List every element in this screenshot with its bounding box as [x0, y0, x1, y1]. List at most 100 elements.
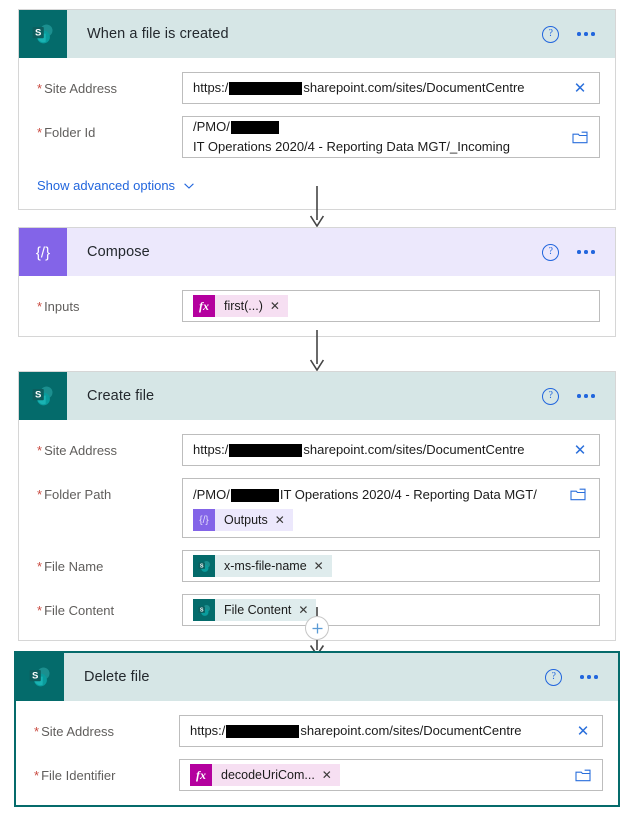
token-body: decodeUriCom... ✕	[212, 764, 340, 786]
sharepoint-output-token[interactable]: S x-ms-file-name ✕	[193, 555, 332, 577]
token-body: first(...) ✕	[215, 295, 288, 317]
token-label: Outputs	[224, 513, 268, 527]
field-label-text: Folder Path	[44, 487, 112, 502]
flow-step-when-a-file-is-created[interactable]: S When a file is created ? * Site Address…	[18, 9, 616, 210]
redaction-block	[230, 120, 279, 134]
field-label-text: Site Address	[44, 81, 118, 96]
token-remove-icon[interactable]: ✕	[275, 513, 285, 527]
sharepoint-icon: S	[19, 10, 67, 58]
token-remove-icon[interactable]: ✕	[270, 299, 280, 313]
token-body: Outputs ✕	[215, 509, 293, 531]
field-site-address: * Site Address https:/ sharepoint.com/sit…	[37, 72, 600, 104]
field-label: * File Identifier	[34, 759, 179, 783]
field-label-text: File Identifier	[41, 768, 116, 783]
expression-token[interactable]: fx decodeUriCom... ✕	[190, 764, 340, 786]
redaction-block	[229, 443, 303, 457]
step-header[interactable]: {/} Compose ?	[19, 228, 615, 276]
help-icon[interactable]: ?	[542, 387, 560, 405]
more-options-icon[interactable]	[578, 669, 600, 685]
more-options-icon[interactable]	[575, 388, 597, 404]
folder-path-input[interactable]: /PMO/ IT Operations 2020/4 - Reporting D…	[182, 478, 600, 538]
field-value: https:/ sharepoint.com/sites/DocumentCen…	[193, 440, 525, 460]
folder-id-input[interactable]: /PMO/ IT Operations 2020/4 - Reporting D…	[182, 116, 600, 158]
more-options-icon[interactable]	[575, 244, 597, 260]
clear-x-icon[interactable]: ✕	[569, 81, 591, 96]
field-site-address: * Site Address https:/ sharepoint.com/sit…	[34, 715, 603, 747]
value-prefix: https:/	[190, 723, 226, 738]
value-prefix: /PMO/	[193, 119, 230, 134]
token-remove-icon[interactable]: ✕	[322, 768, 332, 782]
field-label: * Site Address	[37, 72, 182, 96]
flow-connector-with-add	[0, 607, 634, 657]
fx-icon: fx	[190, 764, 212, 786]
file-identifier-input[interactable]: fx decodeUriCom... ✕	[179, 759, 603, 791]
field-label: * Folder Path	[37, 478, 182, 502]
compose-icon: {/}	[193, 509, 215, 531]
field-file-identifier: * File Identifier fx decodeUriCom... ✕	[34, 759, 603, 791]
token-remove-icon[interactable]: ✕	[314, 559, 324, 573]
required-marker: *	[34, 768, 40, 783]
svg-text:S: S	[35, 28, 41, 39]
site-address-input[interactable]: https:/ sharepoint.com/sites/DocumentCen…	[182, 434, 600, 466]
token-label: decodeUriCom...	[221, 768, 315, 782]
help-icon[interactable]: ?	[542, 243, 560, 261]
file-name-input[interactable]: S x-ms-file-name ✕	[182, 550, 600, 582]
clear-x-icon[interactable]: ✕	[569, 443, 591, 458]
flow-step-create-file[interactable]: S Create file ? * Site Address https:/ sh…	[18, 371, 616, 641]
step-header-actions: ?	[545, 668, 618, 686]
value-prefix: https:/	[193, 80, 229, 95]
field-label: * Inputs	[37, 290, 182, 314]
value-prefix: /PMO/	[193, 487, 230, 502]
sharepoint-icon: S	[193, 555, 215, 577]
field-label-text: File Name	[44, 559, 104, 574]
compose-icon: {/}	[19, 228, 67, 276]
compose-output-token[interactable]: {/} Outputs ✕	[193, 509, 293, 531]
help-icon[interactable]: ?	[542, 25, 560, 43]
step-header[interactable]: S When a file is created ?	[19, 10, 615, 58]
field-label-text: Site Address	[44, 443, 118, 458]
field-value: /PMO/ IT Operations 2020/4 - Reporting D…	[193, 485, 591, 505]
token-label: first(...)	[224, 299, 263, 313]
field-site-address: * Site Address https:/ sharepoint.com/sit…	[37, 434, 600, 466]
svg-text:{/}: {/}	[36, 245, 50, 262]
folder-picker-icon[interactable]	[569, 131, 591, 144]
inputs-field[interactable]: fx first(...) ✕	[182, 290, 600, 322]
add-step-button[interactable]	[305, 616, 329, 640]
folder-picker-icon[interactable]	[567, 488, 589, 501]
folder-picker-icon[interactable]	[572, 769, 594, 782]
value-suffix: IT Operations 2020/4 - Reporting Data MG…	[193, 139, 510, 154]
step-header[interactable]: S Delete file ?	[16, 653, 618, 701]
svg-text:S: S	[32, 671, 38, 682]
field-label: * Site Address	[34, 715, 179, 739]
clear-x-icon[interactable]: ✕	[572, 724, 594, 739]
site-address-input[interactable]: https:/ sharepoint.com/sites/DocumentCen…	[179, 715, 603, 747]
step-body: * Inputs fx first(...) ✕	[19, 276, 615, 336]
more-options-icon[interactable]	[575, 26, 597, 42]
step-title: Delete file	[84, 669, 150, 685]
clear-x-glyph: ✕	[576, 722, 590, 740]
required-marker: *	[34, 724, 40, 739]
flow-step-delete-file[interactable]: S Delete file ? * Site Address https:/ sh…	[14, 651, 620, 807]
flow-step-compose[interactable]: {/} Compose ? * Inputs fx first(...) ✕	[18, 227, 616, 337]
value-suffix: sharepoint.com/sites/DocumentCentre	[303, 442, 525, 457]
help-icon[interactable]: ?	[545, 668, 563, 686]
svg-text:S: S	[35, 390, 41, 401]
step-header[interactable]: S Create file ?	[19, 372, 615, 420]
token-body: x-ms-file-name ✕	[215, 555, 332, 577]
field-label: * Site Address	[37, 434, 182, 458]
expression-token[interactable]: fx first(...) ✕	[193, 295, 288, 317]
sharepoint-icon: S	[19, 372, 67, 420]
redaction-block	[229, 81, 303, 95]
sharepoint-icon: S	[16, 653, 64, 701]
value-prefix: https:/	[193, 442, 229, 457]
required-marker: *	[37, 125, 43, 140]
field-folder-id: * Folder Id /PMO/ IT Operations 2020/4 - …	[37, 116, 600, 158]
fx-icon: fx	[193, 295, 215, 317]
required-marker: *	[37, 443, 43, 458]
step-title: Create file	[87, 388, 155, 404]
field-label: * Folder Id	[37, 116, 182, 140]
site-address-input[interactable]: https:/ sharepoint.com/sites/DocumentCen…	[182, 72, 600, 104]
required-marker: *	[37, 487, 43, 502]
redaction-block	[226, 724, 300, 738]
token-label: x-ms-file-name	[224, 559, 307, 573]
